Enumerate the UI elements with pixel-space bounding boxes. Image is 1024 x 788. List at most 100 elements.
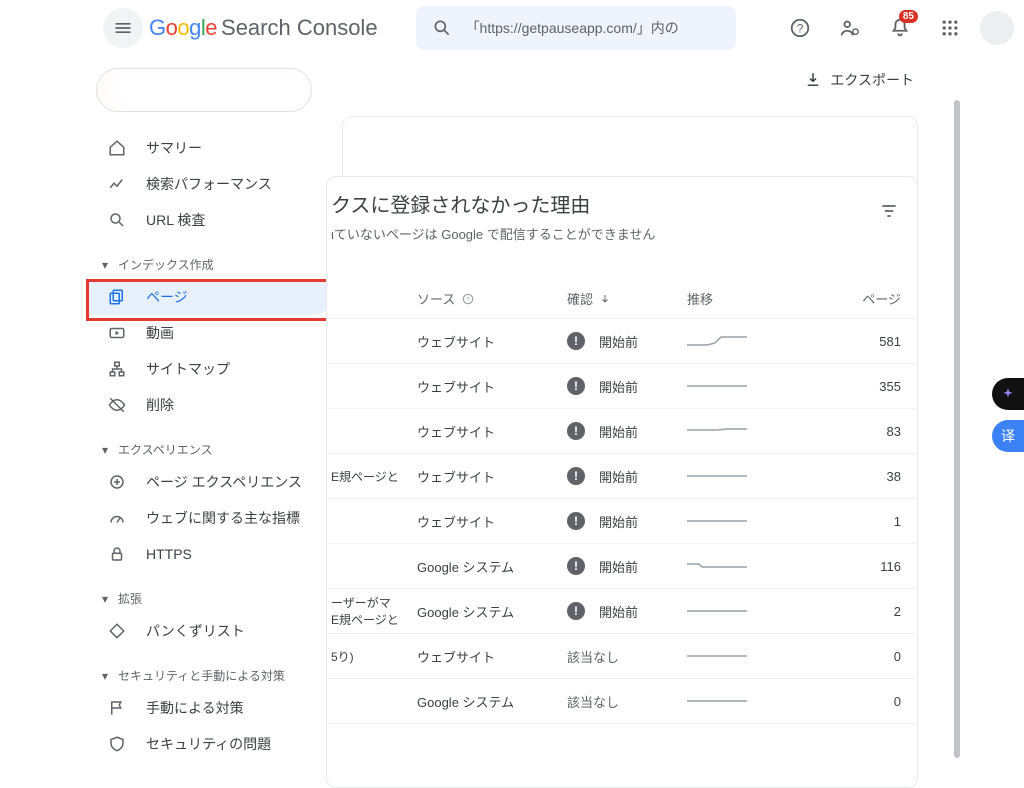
sidebar-item-breadcrumbs[interactable]: パンくずリスト: [88, 613, 332, 649]
sidebar-item-label: 手動による対策: [146, 698, 244, 718]
cell-trend: [687, 691, 807, 712]
th-confirm[interactable]: 確認: [567, 289, 687, 308]
cell-pages: 355: [821, 379, 901, 394]
sidebar-item-label: 検索パフォーマンス: [146, 174, 272, 194]
sidebar-item-sitemap[interactable]: サイトマップ: [88, 351, 332, 387]
confirm-text: 開始前: [599, 467, 638, 486]
sidebar-item-core-web-vitals[interactable]: ウェブに関する主な指標: [88, 500, 332, 536]
table-row[interactable]: ウェブサイト!開始前581: [327, 319, 917, 364]
cell-source: Google システム: [417, 557, 567, 576]
table-row[interactable]: Google システム該当なし 0: [327, 679, 917, 724]
table-row[interactable]: Google システム!開始前 116: [327, 544, 917, 589]
chevron-down-icon: ▾: [102, 592, 118, 606]
export-button[interactable]: エクスポート: [804, 70, 914, 90]
th-source[interactable]: ソース ?: [417, 289, 567, 308]
cell-trend: [687, 511, 807, 532]
table-row[interactable]: 5り)ウェブサイト該当なし0: [327, 634, 917, 679]
product-logo[interactable]: Google Search Console: [149, 15, 378, 41]
property-selector[interactable]: [96, 68, 312, 112]
cell-reason: ーザーがマ E規ページと: [327, 594, 417, 628]
th-pages[interactable]: ページ: [821, 289, 901, 308]
diamond-icon: [108, 622, 132, 640]
sidebar-item-removals[interactable]: 削除: [88, 387, 332, 423]
chevron-down-icon: ▾: [102, 669, 118, 683]
cell-trend: [687, 331, 807, 352]
sidebar-item-label: 削除: [146, 395, 174, 415]
home-icon: [108, 139, 132, 157]
chevron-down-icon: ▾: [102, 258, 118, 272]
copy-icon: [108, 288, 132, 306]
search-placeholder: 「https://getpauseapp.com/」内の: [466, 18, 679, 38]
cell-confirm: 該当なし: [567, 692, 687, 711]
confirm-text: 開始前: [599, 557, 638, 576]
sidebar-item-summary[interactable]: サマリー: [88, 130, 332, 166]
status-dot-icon: !: [567, 332, 585, 350]
sidebar-item-page-experience[interactable]: ページ エクスペリエンス: [88, 464, 332, 500]
apps-button[interactable]: [930, 8, 970, 48]
product-name: Search Console: [221, 15, 378, 41]
cell-source: ウェブサイト: [417, 422, 567, 441]
cell-pages: 83: [821, 424, 901, 439]
account-settings-button[interactable]: [830, 8, 870, 48]
search-icon: [432, 18, 452, 38]
sidebar-item-security-issues[interactable]: セキュリティの問題: [88, 726, 332, 762]
table-row[interactable]: ウェブサイト!開始前83: [327, 409, 917, 454]
help-button[interactable]: ?: [780, 8, 820, 48]
cell-pages: 1: [821, 514, 901, 529]
cell-source: Google システム: [417, 692, 567, 711]
sidebar: サマリー 検索パフォーマンス URL 検査 ▾ インデックス作成 ページ 動画 …: [88, 56, 332, 768]
confirm-text: 開始前: [599, 377, 638, 396]
confirm-text: 開始前: [599, 332, 638, 351]
section-indexing[interactable]: ▾ インデックス作成: [88, 238, 332, 279]
sparkle-icon: [1001, 387, 1015, 401]
sidebar-item-label: ページ エクスペリエンス: [146, 472, 302, 492]
sidebar-item-manual-actions[interactable]: 手動による対策: [88, 690, 332, 726]
table-row[interactable]: E規ページとウェブサイト!開始前38: [327, 454, 917, 499]
help-icon: ?: [789, 17, 811, 39]
scrollbar[interactable]: [954, 100, 960, 758]
cell-pages: 38: [821, 469, 901, 484]
sidebar-item-url-inspect[interactable]: URL 検査: [88, 202, 332, 238]
section-security[interactable]: ▾ セキュリティと手動による対策: [88, 649, 332, 690]
sidebar-item-pages[interactable]: ページ: [88, 279, 332, 315]
sidebar-item-performance[interactable]: 検索パフォーマンス: [88, 166, 332, 202]
section-title: インデックス作成: [118, 256, 214, 273]
sidebar-item-https[interactable]: HTTPS: [88, 536, 332, 572]
sidebar-item-label: HTTPS: [146, 546, 192, 562]
search-input[interactable]: 「https://getpauseapp.com/」内の: [416, 6, 736, 50]
section-enhancements[interactable]: ▾ 拡張: [88, 572, 332, 613]
th-trend[interactable]: 推移: [687, 289, 807, 308]
user-avatar[interactable]: [980, 11, 1014, 45]
filter-icon: [879, 201, 899, 221]
sparkline-icon: [687, 376, 747, 394]
cell-pages: 0: [821, 694, 901, 709]
table-row[interactable]: ウェブサイト!開始前1: [327, 499, 917, 544]
cell-trend: [687, 601, 807, 622]
reasons-card: クスに登録されなかった理由 ιていないページは Google で配信することがで…: [326, 176, 918, 788]
table-header-row: ソース ? 確認 推移 ページ: [327, 279, 917, 319]
svg-text:?: ?: [797, 22, 804, 36]
person-gear-icon: [839, 17, 861, 39]
status-dot-icon: !: [567, 512, 585, 530]
section-experience[interactable]: ▾ エクスペリエンス: [88, 423, 332, 464]
flag-icon: [108, 699, 132, 717]
notifications-button[interactable]: 85: [880, 8, 920, 48]
sidebar-item-label: セキュリティの問題: [146, 734, 271, 754]
filter-button[interactable]: [879, 201, 899, 226]
sidebar-item-video[interactable]: 動画: [88, 315, 332, 351]
sparkline-icon: [687, 466, 747, 484]
sparkline-icon: [687, 601, 747, 619]
sparkline-icon: [687, 421, 747, 439]
cell-pages: 116: [821, 559, 901, 574]
assistant-button[interactable]: [992, 378, 1024, 410]
table-row[interactable]: ウェブサイト!開始前355: [327, 364, 917, 409]
translate-button[interactable]: 译: [992, 420, 1024, 452]
confirm-text: 該当なし: [567, 647, 619, 666]
cell-confirm: !開始前: [567, 557, 687, 576]
sidebar-item-label: URL 検査: [146, 210, 205, 230]
sidebar-item-label: サマリー: [146, 138, 202, 158]
google-wordmark: Google: [149, 15, 217, 41]
hamburger-menu-button[interactable]: [103, 8, 143, 48]
sparkline-icon: [687, 556, 747, 574]
table-row[interactable]: ーザーがマ E規ページとGoogle システム!開始前2: [327, 589, 917, 634]
